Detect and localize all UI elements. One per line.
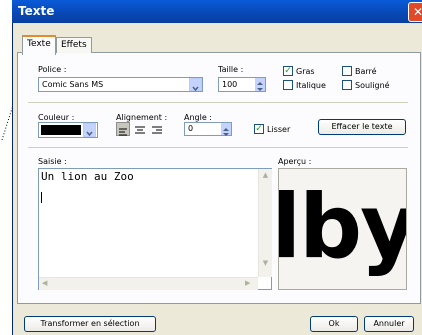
font-select[interactable]: Comic Sans MS	[38, 77, 203, 92]
separator	[28, 102, 408, 103]
italic-checkbox[interactable]	[283, 80, 293, 90]
preview-label: Aperçu :	[278, 157, 312, 166]
preview-area: lby	[278, 168, 407, 290]
clear-text-button[interactable]: Effacer le texte	[318, 119, 406, 135]
align-right-icon[interactable]	[150, 122, 164, 136]
text-input-area[interactable]: Un lion au Zoo ▲ ▼ ◀ ▶	[38, 168, 272, 290]
scroll-left-icon[interactable]: ◀	[42, 279, 47, 287]
text-caret	[41, 192, 42, 203]
ok-button[interactable]: Ok	[310, 316, 358, 332]
scroll-down-icon[interactable]: ▼	[259, 259, 272, 267]
align-center-icon[interactable]	[133, 122, 147, 136]
strike-checkbox[interactable]	[342, 66, 352, 76]
color-label: Couleur :	[38, 113, 75, 122]
window-title: Texte	[18, 4, 55, 18]
bold-label: Gras	[296, 67, 315, 76]
color-picker[interactable]	[38, 122, 98, 138]
vertical-scrollbar[interactable]: ▲ ▼	[258, 169, 272, 277]
size-spinner-icon[interactable]	[255, 78, 265, 91]
transform-selection-button[interactable]: Transformer en sélection	[24, 316, 156, 332]
strike-label: Barré	[355, 67, 377, 76]
underline-label: Souligné	[355, 81, 390, 90]
bold-checkbox[interactable]: ✓	[283, 66, 293, 76]
underline-checkbox[interactable]	[342, 80, 352, 90]
cancel-button[interactable]: Annuler	[364, 316, 414, 332]
chevron-down-icon[interactable]	[189, 78, 202, 92]
angle-label: Angle :	[184, 113, 213, 122]
scroll-right-icon[interactable]: ▶	[245, 279, 250, 287]
color-swatch	[41, 125, 81, 135]
separator	[28, 147, 408, 148]
size-label: Taille :	[218, 65, 244, 74]
alignment-label: Alignement :	[116, 113, 168, 122]
preview-text: lby	[279, 175, 407, 278]
input-text: Un lion au Zoo	[41, 170, 134, 183]
title-bar	[12, 0, 422, 23]
tab-texte[interactable]: Texte	[22, 35, 56, 55]
horizontal-scrollbar[interactable]: ◀ ▶	[39, 277, 258, 290]
font-value: Comic Sans MS	[42, 80, 104, 89]
angle-spinner-icon[interactable]	[221, 123, 231, 136]
tab-effets[interactable]: Effets	[56, 37, 92, 53]
italic-label: Italique	[296, 81, 326, 90]
scroll-up-icon[interactable]: ▲	[259, 171, 272, 179]
input-label: Saisie :	[38, 157, 67, 166]
smooth-checkbox[interactable]: ✓	[254, 124, 264, 134]
chevron-down-icon[interactable]	[83, 123, 96, 137]
smooth-label: Lisser	[267, 125, 291, 134]
align-left-icon[interactable]	[116, 122, 130, 136]
font-label: Police :	[38, 65, 67, 74]
close-button[interactable]: ✕	[408, 2, 422, 22]
